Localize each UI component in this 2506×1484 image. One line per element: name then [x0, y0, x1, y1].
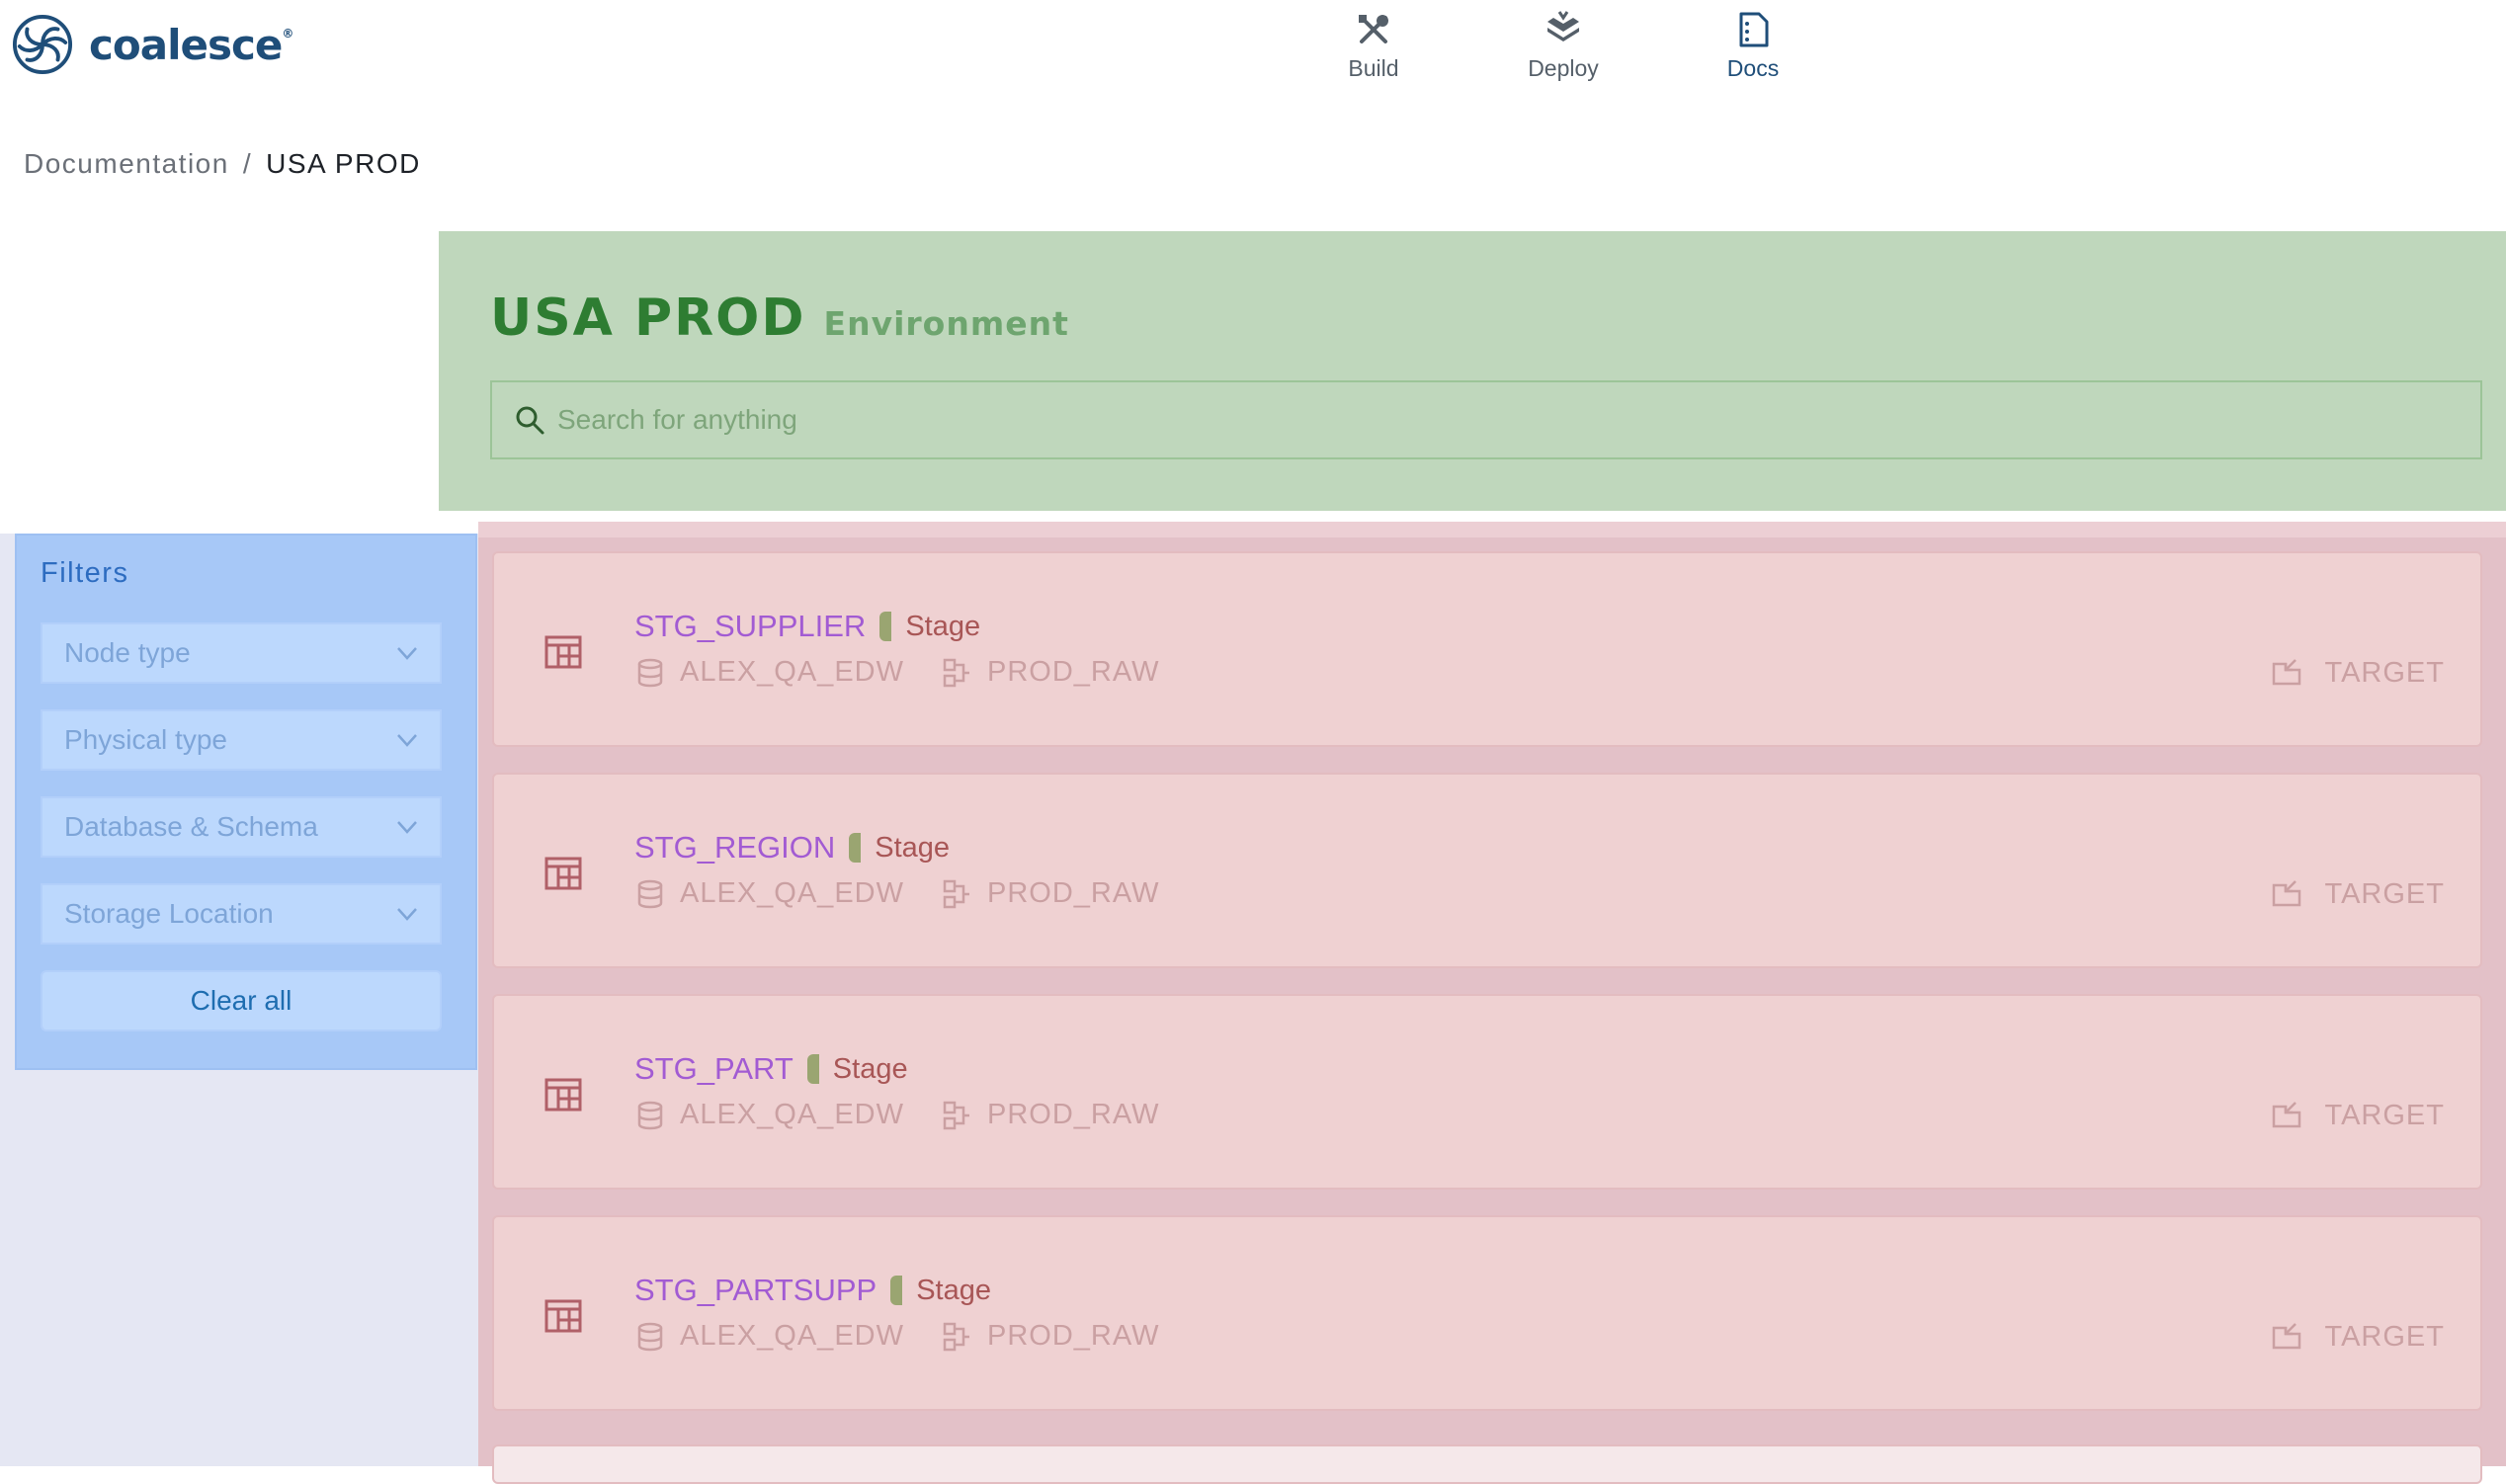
- database-schema-select[interactable]: Database & Schema: [41, 796, 442, 858]
- node-title: STG_SUPPLIER Stage: [634, 609, 980, 644]
- node-database: ALEX_QA_EDW: [680, 877, 904, 909]
- app-name: coalesce®: [89, 20, 293, 69]
- node-database: ALEX_QA_EDW: [680, 1320, 904, 1352]
- chevron-down-icon: [397, 647, 417, 660]
- table-icon: [544, 1299, 582, 1333]
- filters-panel: Filters Node type Physical type Database…: [15, 534, 477, 1070]
- node-name-link[interactable]: STG_REGION: [634, 830, 835, 866]
- database-icon: [637, 879, 663, 908]
- docs-icon: [1739, 12, 1769, 47]
- node-type-select[interactable]: Node type: [41, 622, 442, 684]
- node-database: ALEX_QA_EDW: [680, 656, 904, 688]
- physical-type-select-label: Physical type: [64, 724, 227, 755]
- chevron-down-icon: [397, 908, 417, 921]
- stage-indicator: [806, 1054, 819, 1084]
- table-icon: [544, 1078, 582, 1112]
- node-type-label: Stage: [875, 831, 951, 864]
- node-card[interactable]: STG_REGION Stage ALEX_QA_EDW PROD_RAW TA…: [492, 773, 2482, 968]
- target-icon: [2272, 1323, 2300, 1350]
- node-card[interactable]: STG_PARTSUPP Stage ALEX_QA_EDW PROD_RAW: [492, 1215, 2482, 1411]
- node-type-label: Stage: [916, 1274, 991, 1306]
- search-box[interactable]: [490, 380, 2482, 459]
- node-card[interactable]: STG_SUPPLIER Stage ALEX_QA_EDW PROD_RAW: [492, 551, 2482, 747]
- node-type-label: Stage: [832, 1052, 908, 1085]
- node-meta: ALEX_QA_EDW PROD_RAW: [634, 656, 1159, 689]
- node-name-link[interactable]: STG_PARTSUPP: [634, 1273, 877, 1308]
- chevron-down-icon: [397, 821, 417, 834]
- schema-icon: [943, 1101, 969, 1129]
- node-meta: ALEX_QA_EDW PROD_RAW: [634, 877, 1159, 910]
- breadcrumb-root-link[interactable]: Documentation: [24, 148, 229, 180]
- node-schema: PROD_RAW: [986, 1099, 1160, 1130]
- database-icon: [637, 1101, 663, 1129]
- node-storage-location: TARGET: [2324, 877, 2445, 910]
- node-location: TARGET: [2270, 656, 2445, 690]
- node-location: TARGET: [2270, 1320, 2445, 1354]
- node-title: STG_REGION Stage: [634, 830, 950, 866]
- deploy-icon: [1547, 11, 1579, 41]
- app-logo[interactable]: coalesce®: [12, 14, 293, 75]
- node-card-partial[interactable]: [492, 1444, 2482, 1484]
- coalesce-logo-icon: [12, 14, 73, 75]
- node-card[interactable]: STG_PART Stage ALEX_QA_EDW PROD_RAW TARG…: [492, 994, 2482, 1190]
- node-schema: PROD_RAW: [986, 656, 1160, 688]
- target-icon: [2272, 659, 2300, 686]
- table-icon: [544, 635, 582, 669]
- node-name-link[interactable]: STG_PART: [634, 1051, 794, 1087]
- node-name-link[interactable]: STG_SUPPLIER: [634, 609, 866, 644]
- stage-indicator: [890, 1276, 903, 1305]
- chevron-down-icon: [397, 734, 417, 747]
- nav-deploy[interactable]: Deploy: [1499, 10, 1628, 82]
- storage-location-select[interactable]: Storage Location: [41, 883, 442, 945]
- node-title: STG_PARTSUPP Stage: [634, 1273, 991, 1308]
- database-icon: [637, 658, 663, 687]
- node-storage-location: TARGET: [2324, 656, 2445, 689]
- node-meta: ALEX_QA_EDW PROD_RAW: [634, 1099, 1159, 1131]
- clear-all-button[interactable]: Clear all: [41, 970, 442, 1031]
- node-schema: PROD_RAW: [986, 877, 1160, 909]
- breadcrumb-current: USA PROD: [266, 148, 421, 179]
- breadcrumb: Documentation / USA PROD: [24, 148, 421, 180]
- database-icon: [637, 1322, 663, 1351]
- environment-type: Environment: [823, 304, 1069, 343]
- schema-icon: [943, 1322, 969, 1351]
- table-icon: [544, 857, 582, 890]
- nav-docs[interactable]: Docs: [1689, 10, 1817, 82]
- tools-icon: [1359, 15, 1388, 43]
- environment-title: USA PROD Environment: [490, 289, 1069, 348]
- target-icon: [2272, 1102, 2300, 1128]
- schema-icon: [943, 879, 969, 908]
- node-location: TARGET: [2270, 1099, 2445, 1132]
- filters-title: Filters: [41, 557, 129, 589]
- node-schema: PROD_RAW: [986, 1320, 1160, 1352]
- target-icon: [2272, 880, 2300, 907]
- node-results-list: STG_SUPPLIER Stage ALEX_QA_EDW PROD_RAW: [478, 522, 2506, 1484]
- search-icon: [516, 406, 544, 435]
- stage-indicator: [879, 612, 892, 641]
- schema-icon: [943, 658, 969, 687]
- node-type-label: Stage: [905, 610, 981, 642]
- breadcrumb-separator: /: [242, 148, 253, 179]
- node-database: ALEX_QA_EDW: [680, 1099, 904, 1130]
- search-input[interactable]: [557, 404, 2435, 436]
- node-title: STG_PART Stage: [634, 1051, 908, 1087]
- nav-build[interactable]: Build: [1309, 10, 1438, 82]
- node-storage-location: TARGET: [2324, 1099, 2445, 1131]
- nav-docs-label: Docs: [1726, 55, 1780, 81]
- node-location: TARGET: [2270, 877, 2445, 911]
- storage-location-select-label: Storage Location: [64, 898, 274, 929]
- stage-indicator: [849, 833, 862, 863]
- database-schema-select-label: Database & Schema: [64, 811, 318, 842]
- environment-header: USA PROD Environment: [439, 231, 2506, 511]
- nav-build-label: Build: [1348, 55, 1399, 81]
- environment-name: USA PROD: [490, 289, 806, 348]
- physical-type-select[interactable]: Physical type: [41, 709, 442, 771]
- nav-deploy-label: Deploy: [1528, 55, 1599, 81]
- node-type-select-label: Node type: [64, 637, 191, 668]
- node-storage-location: TARGET: [2324, 1320, 2445, 1353]
- node-meta: ALEX_QA_EDW PROD_RAW: [634, 1320, 1159, 1353]
